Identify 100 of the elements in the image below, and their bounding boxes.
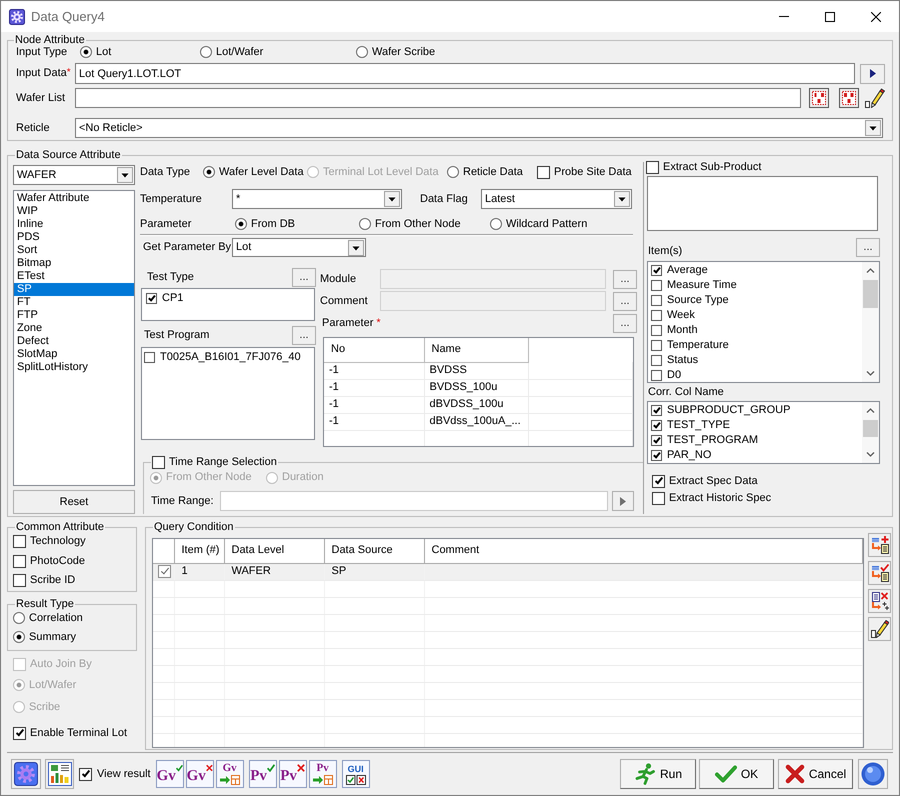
checkbox-label[interactable]: Temperature (667, 339, 729, 352)
time-range-field[interactable] (220, 491, 608, 511)
radio-button[interactable] (203, 166, 215, 178)
pencil-icon[interactable] (865, 88, 885, 108)
tool-button[interactable]: Pv (308, 760, 337, 788)
dashed-grid-icon[interactable] (809, 88, 829, 108)
list-item[interactable]: PDS (14, 231, 134, 244)
checkbox-label[interactable]: TEST_TYPE (667, 419, 730, 432)
checkbox-label[interactable]: PhotoCode (30, 554, 86, 568)
caret-icon[interactable] (117, 167, 133, 183)
checkbox-list[interactable]: T0025A_B16I01_7FJ076_40 (141, 347, 315, 440)
scrollbar-thumb[interactable] (863, 420, 878, 437)
settings-button[interactable] (11, 759, 41, 789)
radio-label[interactable]: Lot (96, 46, 112, 58)
tool-button[interactable]: Gv (216, 760, 244, 788)
radio-button[interactable] (447, 166, 459, 178)
checkbox-label[interactable]: Extract Spec Data (669, 474, 758, 488)
checkbox[interactable] (144, 352, 155, 363)
checkbox-label[interactable]: Technology (30, 534, 86, 548)
radio-label[interactable]: From Other Node (375, 218, 461, 230)
radio-button[interactable] (13, 612, 25, 624)
checkbox-label[interactable]: Month (667, 324, 698, 337)
radio-button[interactable] (359, 218, 371, 230)
checkbox-label[interactable]: Time Range Selection (169, 455, 277, 469)
list-item[interactable]: Zone (14, 322, 134, 335)
column-header[interactable]: Data Source (324, 539, 424, 563)
checkbox[interactable] (651, 310, 662, 321)
radio-label[interactable]: Reticle Data (463, 166, 523, 178)
checkbox[interactable] (152, 456, 165, 468)
checkbox-label[interactable]: Scribe ID (30, 574, 76, 586)
caret-icon[interactable] (384, 191, 400, 207)
run-button[interactable]: Run (620, 759, 696, 789)
help-button[interactable] (858, 759, 888, 789)
checkbox[interactable] (652, 492, 665, 504)
checkbox-label[interactable]: Enable Terminal Lot (30, 726, 128, 740)
close-icon[interactable] (871, 12, 881, 22)
checkbox-label[interactable]: Status (667, 354, 698, 367)
list-item[interactable]: Defect (14, 335, 134, 348)
column-header[interactable]: Comment (424, 539, 862, 563)
temperature-dropdown[interactable]: * (232, 189, 402, 209)
checkbox[interactable] (13, 726, 26, 740)
more-button[interactable]: ... (856, 238, 880, 257)
checkbox[interactable] (158, 565, 171, 578)
column-header[interactable]: Data Level (224, 539, 324, 563)
checkbox[interactable] (13, 534, 26, 548)
more-button[interactable]: ... (613, 314, 637, 332)
radio-button[interactable] (490, 218, 502, 230)
checkbox[interactable] (146, 293, 157, 304)
checkbox-list[interactable]: SUBPRODUCT_GROUP TEST_TYPE TEST_PROGRAM PAR_NO (647, 401, 880, 464)
data-source-list[interactable]: Wafer Attribute WIP Inline PDS Sort Bitmap ETest SP FT FTP Zone Defect SlotMap SplitLotHistory (13, 190, 135, 486)
radio-button[interactable] (80, 46, 92, 58)
list-item[interactable]: FT (14, 296, 134, 309)
checkbox[interactable] (651, 265, 662, 276)
list-item[interactable]: FTP (14, 309, 134, 322)
get-parameter-dropdown[interactable]: Lot (232, 238, 366, 257)
checkbox-label[interactable]: Average (667, 264, 708, 277)
ok-button[interactable]: OK (699, 759, 774, 789)
radio-button[interactable] (356, 46, 368, 58)
chart-button[interactable] (45, 759, 74, 789)
radio-label[interactable]: From DB (251, 218, 295, 230)
list-item[interactable]: SlotMap (14, 348, 134, 361)
caret-icon[interactable] (348, 240, 364, 256)
checkbox[interactable] (651, 450, 662, 461)
checkbox-list[interactable]: CP1 (141, 288, 315, 321)
tool-button[interactable]: Gv (156, 760, 184, 788)
list-item[interactable]: Wafer Attribute (14, 192, 134, 205)
text-area[interactable] (647, 176, 878, 231)
wafer-list-field[interactable] (75, 88, 801, 108)
more-button[interactable]: ... (292, 326, 316, 345)
list-item[interactable]: SplitLotHistory (14, 361, 134, 374)
checkbox[interactable] (537, 166, 550, 178)
checkbox[interactable] (651, 420, 662, 431)
tool-button[interactable] (868, 561, 891, 585)
tool-button[interactable]: Gv (186, 760, 214, 788)
radio-label[interactable]: Wafer Level Data (219, 166, 304, 178)
checkbox[interactable] (651, 435, 662, 446)
checkbox-label[interactable]: Week (667, 309, 695, 322)
reticle-dropdown[interactable]: <No Reticle> (75, 118, 883, 138)
checkbox[interactable] (651, 280, 662, 291)
list-item[interactable]: Sort (14, 244, 134, 257)
radio-label[interactable]: Correlation (29, 612, 83, 624)
checkbox-label[interactable]: View result (97, 768, 151, 780)
radio-label[interactable]: Wafer Scribe (372, 46, 436, 58)
column-header[interactable]: No (324, 338, 424, 362)
list-item[interactable]: ETest (14, 270, 134, 283)
tool-button[interactable]: Pv (278, 760, 307, 788)
radio-button[interactable] (13, 631, 25, 643)
checkbox[interactable] (651, 295, 662, 306)
checkbox[interactable] (651, 370, 662, 381)
input-data-field[interactable]: Lot Query1.LOT.LOT (75, 63, 855, 84)
column-header[interactable]: Item (#) (174, 539, 224, 563)
data-flag-dropdown[interactable]: Latest (481, 189, 632, 209)
tool-button[interactable]: Pv (248, 760, 277, 788)
scrollbar-thumb[interactable] (863, 280, 878, 308)
maximize-icon[interactable] (825, 12, 835, 22)
checkbox-label[interactable]: Probe Site Data (554, 166, 632, 178)
list-item[interactable]: WIP (14, 205, 134, 218)
checkbox[interactable] (646, 160, 659, 174)
checkbox[interactable] (79, 768, 92, 780)
checkbox-label[interactable]: CP1 (162, 292, 184, 305)
